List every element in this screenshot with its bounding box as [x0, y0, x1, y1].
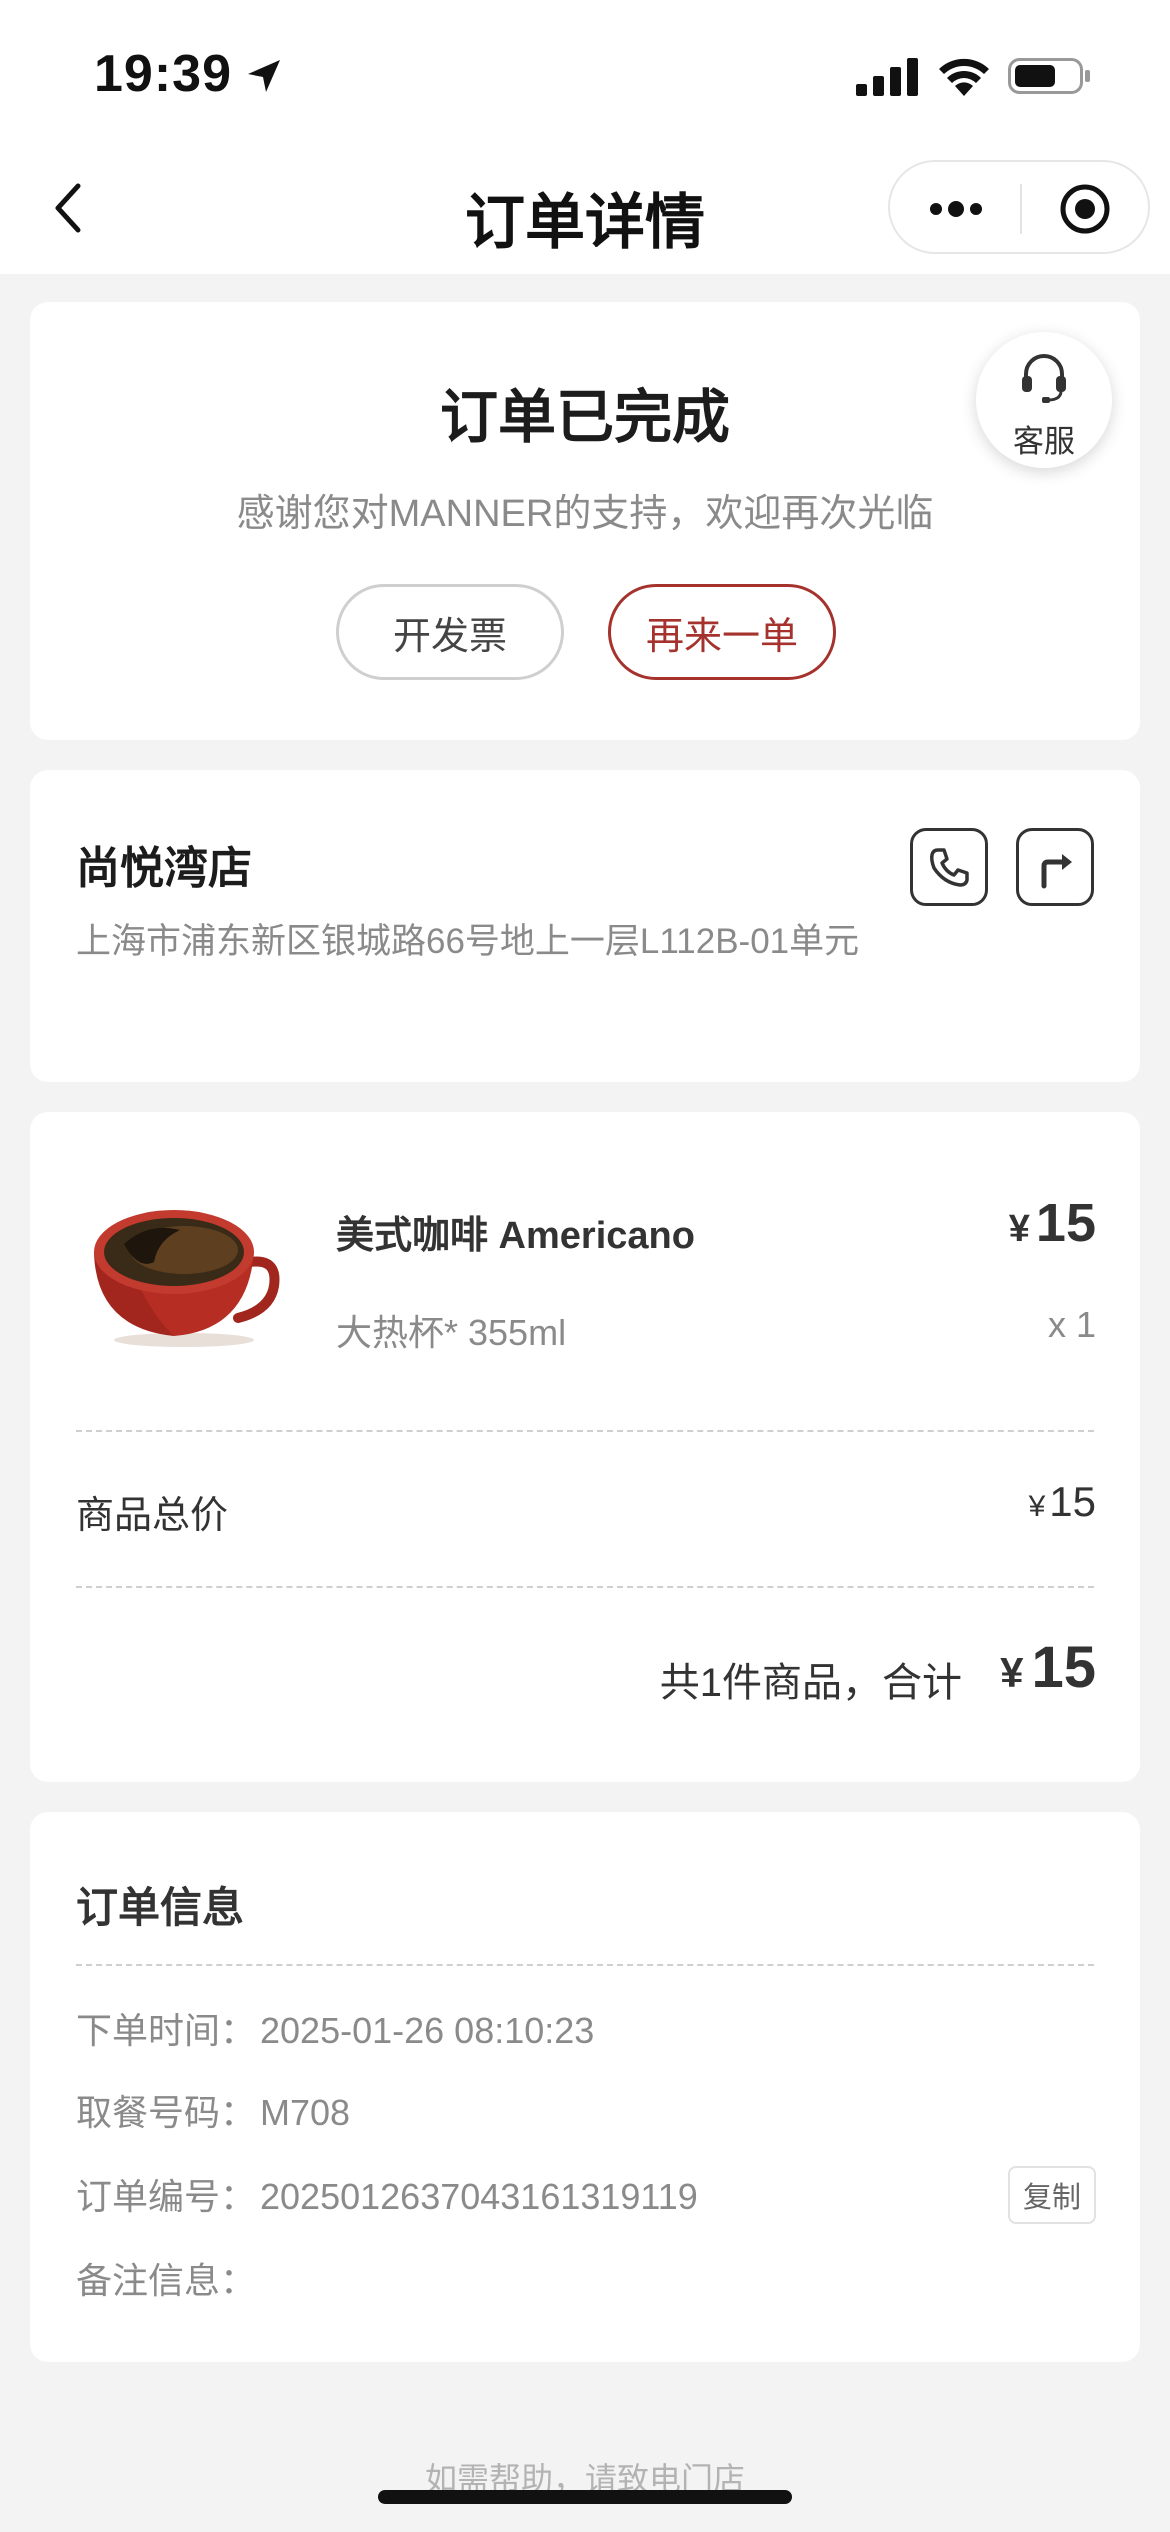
- pickup-code-row: 取餐号码： M708: [76, 2084, 350, 2136]
- order-time-value: 2025-01-26 08:10:23: [260, 2010, 595, 2051]
- americano-cup-image: [94, 1210, 280, 1347]
- invoice-button[interactable]: 开发票: [336, 584, 564, 680]
- order-number-value: 2025012637043161319119: [260, 2176, 698, 2217]
- order-items-card: 美式咖啡 Americano ¥15 大热杯* 355ml x 1 商品总价 ¥…: [30, 1112, 1140, 1782]
- remark-label: 备注信息：: [76, 2260, 257, 2301]
- order-number-label: 订单编号：: [76, 2176, 257, 2217]
- home-indicator[interactable]: [378, 2490, 792, 2504]
- capsule-divider: [1020, 184, 1022, 234]
- customer-service-label: 客服: [1013, 424, 1075, 459]
- location-arrow-icon: [248, 60, 280, 92]
- currency-symbol: ¥: [1008, 1208, 1030, 1250]
- wifi-icon: [939, 58, 989, 96]
- subtotal-label: 商品总价: [76, 1495, 229, 1537]
- more-dots-icon[interactable]: [926, 192, 986, 226]
- order-info-card: 订单信息 下单时间： 2025-01-26 08:10:23 取餐号码： M708 …: [30, 1812, 1140, 2362]
- total-label: 共1件商品，合计: [659, 1661, 962, 1705]
- currency-symbol: ¥: [1028, 1490, 1046, 1523]
- order-number-row: 订单编号： 2025012637043161319119: [76, 2168, 698, 2220]
- product-price: ¥15: [1009, 1192, 1096, 1254]
- headset-icon: [1022, 354, 1066, 403]
- subtotal-amount: 15: [1049, 1478, 1096, 1525]
- battery-icon: [1008, 58, 1090, 94]
- store-address: 上海市浦东新区银城路66号地上一层L112B-01单元: [76, 922, 860, 961]
- pickup-code-label: 取餐号码：: [76, 2092, 257, 2133]
- order-info-title: 订单信息: [76, 1884, 245, 1931]
- customer-service-button[interactable]: 客服: [976, 332, 1112, 468]
- directions-icon: [1041, 854, 1072, 889]
- cellular-signal-icon: [856, 58, 918, 96]
- subtotal-value: ¥15: [1029, 1478, 1096, 1526]
- product-spec: 大热杯* 355ml: [336, 1312, 567, 1353]
- total-amount: 15: [1031, 1635, 1096, 1700]
- order-status-card: 订单已完成 感谢您对MANNER的支持，欢迎再次光临 开发票 再来一单: [30, 302, 1140, 740]
- order-status-subtitle: 感谢您对MANNER的支持，欢迎再次光临: [236, 493, 934, 535]
- navigation-bar: 订单详情: [0, 150, 1170, 274]
- remark-row: 备注信息：: [76, 2252, 256, 2304]
- call-store-button[interactable]: [910, 828, 988, 906]
- copy-order-number-button[interactable]: 复制: [1008, 2166, 1096, 2224]
- currency-symbol: ¥: [1000, 1649, 1024, 1696]
- close-miniprogram-icon[interactable]: [1058, 182, 1112, 236]
- divider: [76, 1430, 1094, 1432]
- order-detail-page: 19:39 订单详情 订单已完成 感谢您对MANNER的支持，欢迎再次光临 开发…: [0, 0, 1170, 2532]
- product-price-value: 15: [1035, 1193, 1096, 1253]
- phone-icon: [930, 848, 969, 887]
- total-value: ¥15: [1000, 1634, 1096, 1701]
- miniprogram-capsule: [888, 160, 1150, 254]
- order-time-label: 下单时间：: [76, 2010, 257, 2051]
- status-time: 19:39: [94, 45, 232, 103]
- order-status-title: 订单已完成: [439, 385, 730, 450]
- status-bar: 19:39: [0, 0, 1170, 150]
- navigate-store-button[interactable]: [1016, 828, 1094, 906]
- store-name: 尚悦湾店: [76, 844, 252, 893]
- pickup-code-value: M708: [260, 2092, 351, 2133]
- divider: [76, 1964, 1094, 1966]
- divider: [76, 1586, 1094, 1588]
- store-card: 尚悦湾店 上海市浦东新区银城路66号地上一层L112B-01单元: [30, 770, 1140, 1082]
- product-quantity: x 1: [1047, 1304, 1096, 1345]
- reorder-button[interactable]: 再来一单: [608, 584, 836, 680]
- product-name: 美式咖啡 Americano: [336, 1215, 695, 1257]
- order-time-row: 下单时间： 2025-01-26 08:10:23: [76, 2002, 594, 2054]
